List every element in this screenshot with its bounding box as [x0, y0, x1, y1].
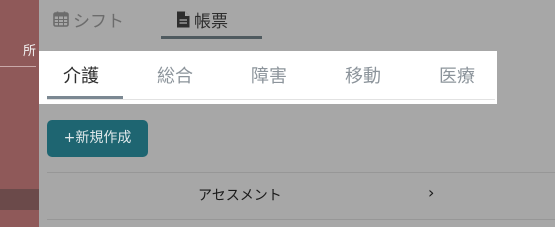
- chevron-right-icon: ›: [428, 183, 435, 202]
- subtab-divider: [47, 99, 495, 100]
- sidebar-active-item[interactable]: [0, 189, 39, 210]
- calendar-icon: [53, 11, 69, 27]
- tab-forms[interactable]: 帳票: [176, 0, 228, 38]
- new-create-button[interactable]: +新規作成: [47, 120, 148, 157]
- subtab-sougou[interactable]: 総合: [157, 65, 193, 89]
- subtab-kaigo[interactable]: 介護: [63, 65, 99, 89]
- sidebar: 所: [0, 0, 39, 227]
- subtab-panel: 介護 総合 障害 移動 医療: [39, 51, 497, 104]
- tab-shift[interactable]: シフト: [53, 0, 124, 38]
- subtab-idou[interactable]: 移動: [345, 65, 381, 89]
- sidebar-partial-text: 所: [22, 44, 36, 59]
- tab-forms-label: 帳票: [194, 11, 228, 32]
- tab-forms-underline: [161, 36, 262, 39]
- sidebar-divider: [0, 66, 36, 67]
- subtab-shougai[interactable]: 障害: [251, 65, 287, 89]
- list-item-label: アセスメント: [198, 188, 282, 204]
- subtab-iryou[interactable]: 医療: [439, 65, 475, 89]
- list-divider-bottom: [47, 219, 555, 220]
- list-item-assessment[interactable]: アセスメント ›: [47, 173, 555, 219]
- page: 所 シフト 帳票 介護 総合 障害 移動 医療 +新規作成 アセスメント ›: [0, 0, 555, 227]
- tab-shift-label: シフト: [73, 11, 124, 32]
- document-icon: [176, 11, 190, 28]
- subtab-active-underline: [47, 96, 123, 99]
